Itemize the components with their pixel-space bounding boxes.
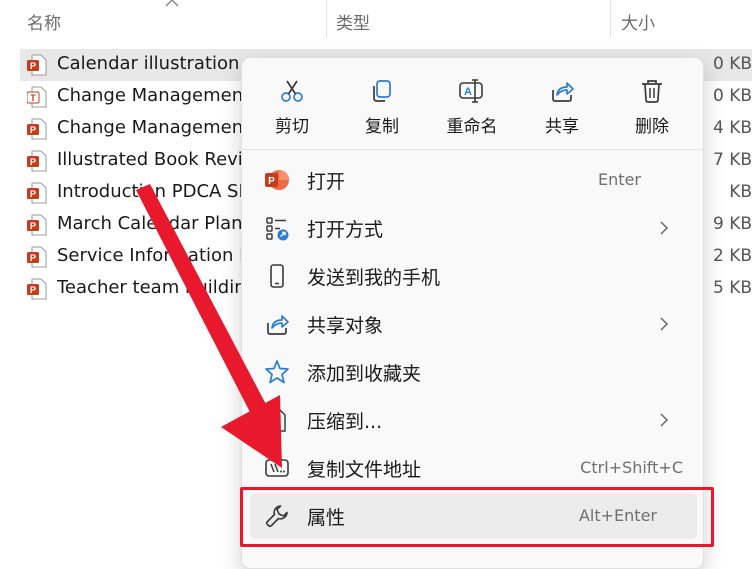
file-size: KB bbox=[729, 182, 752, 202]
menu-item-open[interactable]: P 打开 Enter bbox=[250, 157, 697, 203]
pptx-file-icon: P bbox=[27, 150, 47, 172]
menu-item-label: 共享对象 bbox=[307, 315, 384, 337]
svg-text:P: P bbox=[30, 125, 36, 135]
svg-text:P: P bbox=[30, 189, 36, 199]
pptx-file-icon: P bbox=[27, 54, 47, 76]
chevron-right-icon bbox=[660, 221, 669, 235]
column-divider[interactable] bbox=[326, 0, 327, 38]
share-button[interactable]: 共享 bbox=[524, 78, 600, 148]
copy-icon bbox=[373, 80, 391, 102]
svg-text:P: P bbox=[30, 61, 36, 71]
svg-text:P: P bbox=[30, 157, 36, 167]
file-name: Change Management bbox=[57, 117, 251, 138]
menu-item-add-to-favorites[interactable]: 添加到收藏夹 bbox=[250, 349, 697, 395]
file-name: Teacher team buildin bbox=[57, 277, 246, 298]
file-size: 0 KB bbox=[712, 54, 752, 74]
menu-item-label: 添加到收藏夹 bbox=[307, 363, 422, 385]
svg-text:P: P bbox=[268, 176, 275, 187]
highlight-box bbox=[240, 487, 714, 547]
file-name: Change Management bbox=[57, 85, 251, 106]
zip-icon bbox=[266, 408, 286, 432]
rename-icon: A bbox=[459, 79, 483, 103]
menu-divider bbox=[242, 149, 703, 150]
menu-item-label: 发送到我的手机 bbox=[307, 267, 441, 289]
name-column-header[interactable]: 名称 bbox=[27, 9, 61, 34]
pptx-file-icon: P bbox=[27, 246, 47, 268]
pptx-file-icon: P bbox=[27, 278, 47, 300]
menu-item-label: 打开 bbox=[307, 171, 346, 193]
file-size: 5 KB bbox=[712, 278, 752, 298]
share-to-icon bbox=[267, 315, 289, 335]
menu-item-open-with[interactable]: 打开方式 bbox=[250, 205, 697, 251]
chevron-right-icon bbox=[660, 317, 669, 331]
menu-item-copy-as-path[interactable]: 复制文件地址 Ctrl+Shift+C bbox=[250, 445, 697, 491]
file-name: Calendar illustration.p bbox=[57, 53, 257, 74]
menu-item-shortcut: Ctrl+Shift+C bbox=[580, 458, 683, 477]
menu-item-label: 打开方式 bbox=[307, 219, 384, 241]
copy-label: 复制 bbox=[365, 117, 399, 137]
svg-text:P: P bbox=[30, 253, 36, 263]
ppt-template-file-icon: T bbox=[27, 86, 47, 108]
file-size: 4 KB bbox=[712, 118, 752, 138]
trash-icon bbox=[642, 80, 662, 103]
file-size: 0 KB bbox=[712, 86, 752, 106]
share-label: 共享 bbox=[545, 117, 579, 137]
file-name: Illustrated Book Revie bbox=[57, 149, 254, 170]
menu-item-label: 复制文件地址 bbox=[307, 459, 422, 481]
file-size: 7 KB bbox=[712, 150, 752, 170]
file-name: Introduction PDCA SI bbox=[57, 181, 244, 202]
rename-button[interactable]: A 重命名 bbox=[434, 78, 510, 148]
phone-icon bbox=[270, 264, 284, 288]
copy-path-icon bbox=[265, 459, 289, 477]
file-name: Service Information M bbox=[57, 245, 255, 266]
svg-text:A: A bbox=[464, 86, 472, 98]
sort-ascending-icon bbox=[165, 0, 179, 7]
pptx-file-icon: P bbox=[27, 214, 47, 236]
svg-text:P: P bbox=[30, 285, 36, 295]
cut-label: 剪切 bbox=[275, 117, 309, 137]
copy-button[interactable]: 复制 bbox=[344, 78, 420, 148]
type-column-header[interactable]: 类型 bbox=[336, 9, 370, 34]
svg-text:T: T bbox=[30, 93, 36, 103]
cut-button[interactable]: 剪切 bbox=[254, 78, 330, 148]
svg-text:P: P bbox=[30, 221, 36, 231]
share-icon bbox=[552, 82, 574, 102]
delete-button[interactable]: 删除 bbox=[614, 78, 690, 148]
column-header: 名称 类型 大小 bbox=[0, 0, 752, 38]
delete-label: 删除 bbox=[635, 117, 669, 137]
pptx-file-icon: P bbox=[27, 118, 47, 140]
file-size: 2 KB bbox=[712, 246, 752, 266]
menu-item-label: 压缩到... bbox=[307, 411, 383, 433]
chevron-right-icon bbox=[660, 413, 669, 427]
file-name: March Calendar Plann bbox=[57, 213, 254, 234]
scissors-icon bbox=[281, 80, 303, 102]
pptx-file-icon: P bbox=[27, 182, 47, 204]
star-icon bbox=[265, 360, 289, 384]
size-column-header[interactable]: 大小 bbox=[621, 9, 655, 34]
menu-item-share-to[interactable]: 共享对象 bbox=[250, 301, 697, 347]
menu-item-shortcut: Enter bbox=[598, 170, 641, 189]
rename-label: 重命名 bbox=[446, 117, 498, 137]
powerpoint-icon: P bbox=[265, 170, 289, 190]
menu-item-compress-to[interactable]: 压缩到... bbox=[250, 397, 697, 443]
file-size: 9 KB bbox=[712, 214, 752, 234]
open-with-icon bbox=[266, 217, 289, 241]
column-divider[interactable] bbox=[610, 0, 611, 38]
menu-item-send-to-phone[interactable]: 发送到我的手机 bbox=[250, 253, 697, 299]
